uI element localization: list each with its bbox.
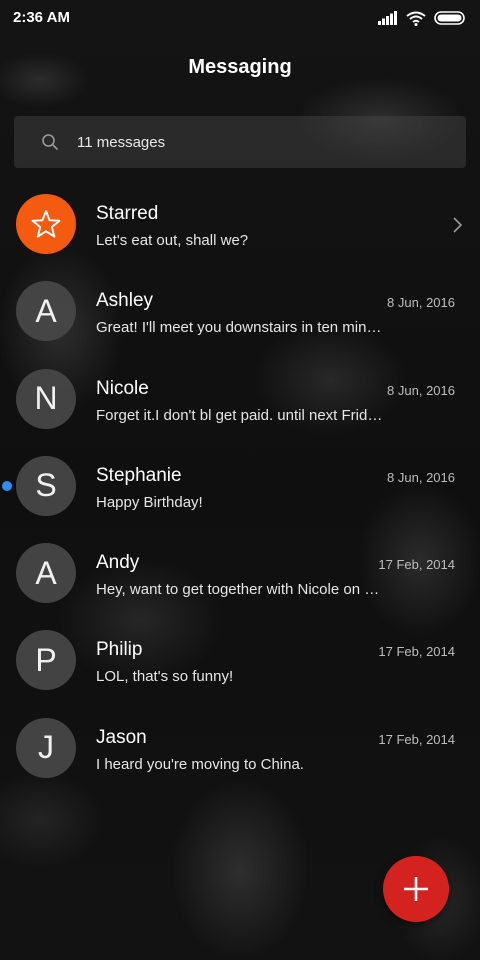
new-message-button[interactable] bbox=[383, 856, 449, 922]
conversation-preview: Let's eat out, shall we? bbox=[96, 232, 249, 249]
star-icon bbox=[30, 208, 62, 240]
battery-icon bbox=[434, 11, 466, 25]
conversation-name: Starred bbox=[96, 203, 159, 224]
conversation-date: 17 Feb, 2014 bbox=[378, 644, 455, 660]
conversation-list: Starred Let's eat out, shall we? A Ashle… bbox=[0, 180, 480, 791]
conversation-preview: Forget it.I don't bl get paid. until nex… bbox=[96, 406, 383, 424]
conversation-philip[interactable]: P Philip 17 Feb, 2014 LOL, that's so fun… bbox=[0, 616, 480, 703]
conversation-preview: Great! I'll meet you downstairs in ten m… bbox=[96, 319, 382, 337]
unread-indicator bbox=[2, 480, 12, 491]
conversation-name: Philip bbox=[96, 639, 143, 661]
wifi-icon bbox=[406, 11, 426, 26]
search-icon bbox=[41, 133, 59, 151]
conversation-date: 8 Jun, 2016 bbox=[387, 295, 455, 311]
conversation-name: Stephanie bbox=[96, 464, 182, 486]
avatar: A bbox=[16, 281, 76, 342]
status-time: 2:36 AM bbox=[13, 9, 70, 26]
conversation-name: Ashley bbox=[96, 290, 154, 312]
conversation-name: Jason bbox=[96, 726, 147, 748]
avatar: N bbox=[16, 368, 76, 429]
signal-icon bbox=[378, 11, 398, 25]
status-icons bbox=[378, 9, 466, 27]
search-text: 11 messages bbox=[77, 133, 166, 151]
status-bar: 2:36 AM bbox=[0, 0, 480, 34]
avatar: P bbox=[16, 630, 76, 691]
conversation-name: Nicole bbox=[96, 377, 149, 399]
plus-icon bbox=[403, 876, 429, 902]
avatar: A bbox=[16, 543, 76, 604]
conversation-preview: I heard you're moving to China. bbox=[96, 755, 304, 773]
conversation-nicole[interactable]: N Nicole 8 Jun, 2016 Forget it.I don't b… bbox=[0, 355, 480, 442]
avatar bbox=[16, 194, 76, 254]
conversation-date: 17 Feb, 2014 bbox=[378, 731, 455, 747]
conversation-preview: Happy Birthday! bbox=[96, 493, 203, 511]
avatar: S bbox=[16, 455, 76, 516]
conversation-date: 8 Jun, 2016 bbox=[387, 382, 455, 398]
conversation-andy[interactable]: A Andy 17 Feb, 2014 Hey, want to get tog… bbox=[0, 529, 480, 616]
conversation-stephanie[interactable]: S Stephanie 8 Jun, 2016 Happy Birthday! bbox=[0, 442, 480, 529]
chevron-right-icon bbox=[453, 217, 462, 233]
conversation-jason[interactable]: J Jason 17 Feb, 2014 I heard you're movi… bbox=[0, 704, 480, 791]
conversation-name: Andy bbox=[96, 552, 140, 574]
conversation-date: 17 Feb, 2014 bbox=[378, 557, 455, 573]
conversation-ashley[interactable]: A Ashley 8 Jun, 2016 Great! I'll meet yo… bbox=[0, 267, 480, 354]
conversation-preview: LOL, that's so funny! bbox=[96, 668, 234, 686]
avatar: J bbox=[16, 717, 76, 778]
conversation-starred[interactable]: Starred Let's eat out, shall we? bbox=[0, 180, 480, 267]
conversation-date: 8 Jun, 2016 bbox=[387, 469, 455, 485]
page-title: Messaging bbox=[188, 56, 292, 78]
conversation-preview: Hey, want to get together with Nicole on… bbox=[96, 581, 380, 599]
search-input[interactable]: 11 messages bbox=[14, 116, 466, 168]
